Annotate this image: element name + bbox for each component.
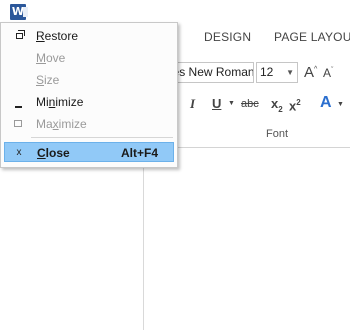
text-effects-button[interactable]: A — [320, 94, 332, 112]
superscript-button[interactable]: x2 — [289, 96, 301, 113]
menu-item-label: Size — [36, 73, 60, 87]
superscript-mark: 2 — [296, 98, 301, 107]
ribbon-tabs: DESIGN PAGE LAYOUT — [176, 30, 350, 48]
menu-item-label: Restore — [36, 29, 79, 43]
menu-item-label: Close — [37, 146, 70, 160]
shrink-font-button[interactable]: Aˇ — [323, 66, 333, 80]
tab-design[interactable]: DESIGN — [204, 30, 251, 44]
menu-item-move[interactable]: Move — [4, 48, 174, 68]
menu-item-close[interactable]: x Close Alt+F4 — [4, 142, 174, 162]
menu-separator — [31, 137, 173, 138]
maximize-icon — [12, 114, 24, 134]
menu-item-restore[interactable]: Restore — [4, 26, 174, 46]
strikethrough-button[interactable]: abc — [241, 98, 259, 110]
caret-up-icon: ^ — [314, 66, 318, 73]
menu-item-maximize[interactable]: Maximize — [4, 114, 174, 134]
underline-dropdown-icon[interactable]: ▼ — [228, 100, 235, 107]
menu-item-label: Minimize — [36, 95, 84, 109]
restore-icon — [12, 26, 25, 46]
document-left-edge — [143, 148, 144, 330]
menu-item-label: Maximize — [36, 117, 87, 131]
format-buttons-row: I U ▼ abc x2 x2 A ▼ — [180, 94, 350, 116]
grow-font-button[interactable]: A^ — [304, 64, 317, 81]
italic-button[interactable]: I — [190, 96, 195, 112]
underline-button[interactable]: U — [212, 96, 221, 111]
tab-page-layout[interactable]: PAGE LAYOUT — [274, 30, 350, 44]
menu-item-size[interactable]: Size — [4, 70, 174, 90]
caret-down-icon: ˇ — [331, 67, 334, 74]
shrink-font-label: A — [323, 66, 332, 80]
word-app-icon[interactable]: W — [10, 4, 28, 20]
chevron-down-icon[interactable]: ▼ — [286, 63, 294, 82]
text-effects-dropdown-icon[interactable]: ▼ — [337, 101, 344, 108]
font-size-combobox[interactable]: 12 ▼ — [256, 62, 298, 83]
menu-item-shortcut: Alt+F4 — [121, 146, 159, 160]
close-icon: x — [16, 147, 22, 158]
font-size-value: 12 — [260, 65, 274, 79]
subscript-mark: 2 — [278, 104, 283, 114]
menu-item-label: Move — [36, 51, 66, 65]
minimize-icon — [12, 92, 24, 112]
system-menu: Restore Move Size Minimize Maximize x Cl… — [0, 22, 178, 168]
menu-item-minimize[interactable]: Minimize — [4, 92, 174, 112]
subscript-button[interactable]: x2 — [271, 96, 283, 115]
grow-font-label: A — [304, 64, 315, 81]
font-group-label: Font — [266, 128, 289, 140]
